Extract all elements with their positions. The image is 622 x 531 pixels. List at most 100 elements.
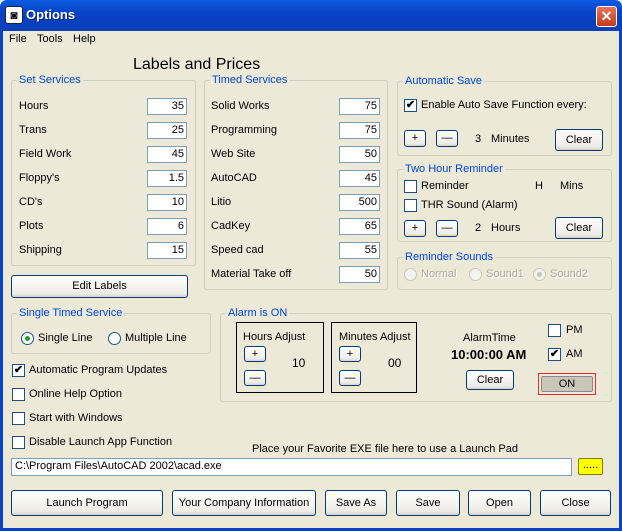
timed-services-legend: Timed Services [210, 74, 290, 86]
timed-service-label: Web Site [211, 148, 256, 160]
edit-labels-button[interactable]: Edit Labels [11, 275, 188, 298]
pm-checkbox[interactable] [548, 324, 561, 337]
timed-service-price-input[interactable]: 50 [339, 146, 380, 163]
timed-service-price-input[interactable]: 50 [339, 266, 380, 283]
sound1-radio[interactable] [469, 268, 482, 281]
am-checkbox[interactable]: ✔ [548, 348, 561, 361]
autosave-clear-button[interactable]: Clear [555, 129, 603, 151]
set-service-price-input[interactable]: 10 [147, 194, 187, 211]
am-label: AM [566, 348, 583, 360]
set-service-price-input[interactable]: 15 [147, 242, 187, 259]
set-service-label: CD's [19, 196, 43, 208]
set-service-label: Floppy's [19, 172, 60, 184]
online-help-checkbox[interactable] [12, 388, 25, 401]
page-heading: Labels and Prices [133, 56, 261, 73]
timed-service-price-input[interactable]: 75 [339, 122, 380, 139]
enable-autosave-checkbox[interactable]: ✔ [404, 99, 417, 112]
close-button[interactable]: Close [540, 490, 611, 516]
multiple-line-label: Multiple Line [125, 332, 187, 344]
alarm-clear-button[interactable]: Clear [466, 370, 514, 390]
set-service-label: Plots [19, 220, 44, 232]
start-with-windows-checkbox[interactable] [12, 412, 25, 425]
timed-service-label: Material Take off [211, 268, 292, 280]
sound2-radio[interactable] [533, 268, 546, 281]
set-services-legend: Set Services [17, 74, 83, 86]
set-service-label: Hours [19, 100, 49, 112]
open-button[interactable]: Open [468, 490, 531, 516]
sound2-radio-dot [537, 272, 542, 277]
alarm-on-button[interactable]: ON [541, 376, 593, 392]
exe-path-input[interactable]: C:\Program Files\AutoCAD 2002\acad.exe [11, 458, 572, 476]
alarm-time-label: AlarmTime [463, 332, 516, 344]
sound1-label: Sound1 [486, 268, 524, 280]
autosave-minus-button[interactable]: — [436, 130, 458, 147]
timed-service-label: Litio [211, 196, 232, 208]
menu-file[interactable]: File [9, 33, 27, 45]
hours-minus-button[interactable]: — [244, 370, 266, 386]
window-frame-left [0, 31, 3, 531]
disable-launch-label: Disable Launch App Function [29, 436, 173, 448]
reminder-label: Reminder [421, 180, 469, 192]
set-service-price-input[interactable]: 45 [147, 146, 187, 163]
reminder-mins-label: Mins [560, 180, 584, 192]
minutes-plus-button[interactable]: + [339, 346, 361, 362]
hours-adjust-value: 10 [292, 356, 306, 370]
single-line-radio-dot [25, 336, 30, 341]
sound-normal-radio[interactable] [404, 268, 417, 281]
reminder-unit: Hours [491, 222, 521, 234]
auto-updates-label: Automatic Program Updates [29, 364, 168, 376]
auto-updates-checkbox[interactable]: ✔ [12, 364, 25, 377]
single-line-radio[interactable] [21, 332, 34, 345]
automatic-save-legend: Automatic Save [403, 75, 485, 87]
reminder-sounds-legend: Reminder Sounds [403, 251, 496, 263]
close-window-button[interactable]: ✕ [596, 6, 617, 27]
hours-adjust-label: Hours Adjust [243, 331, 306, 343]
set-service-price-input[interactable]: 35 [147, 98, 187, 115]
disable-launch-checkbox[interactable] [12, 436, 25, 449]
two-hour-reminder-legend: Two Hour Reminder [403, 163, 505, 175]
timed-service-price-input[interactable]: 500 [339, 194, 380, 211]
thr-sound-checkbox[interactable] [404, 199, 417, 212]
set-service-label: Field Work [19, 148, 72, 160]
set-service-label: Trans [19, 124, 47, 136]
menu-help[interactable]: Help [73, 33, 96, 45]
multiple-line-radio[interactable] [108, 332, 121, 345]
pm-label: PM [566, 324, 583, 336]
timed-service-price-input[interactable]: 65 [339, 218, 380, 235]
enable-autosave-label: Enable Auto Save Function every: [421, 99, 587, 111]
autosave-value: 3 [475, 133, 482, 145]
sound-normal-label: Normal [421, 268, 457, 280]
reminder-value: 2 [475, 222, 482, 234]
timed-service-label: AutoCAD [211, 172, 257, 184]
browse-exe-button[interactable]: ..... [578, 458, 603, 475]
timed-service-price-input[interactable]: 75 [339, 98, 380, 115]
reminder-plus-button[interactable]: + [404, 220, 426, 237]
timed-service-label: Programming [211, 124, 278, 136]
timed-service-label: Solid Works [211, 100, 270, 112]
hours-plus-button[interactable]: + [244, 346, 266, 362]
minutes-minus-button[interactable]: — [339, 370, 361, 386]
reminder-clear-button[interactable]: Clear [555, 217, 603, 239]
set-service-price-input[interactable]: 25 [147, 122, 187, 139]
company-info-button[interactable]: Your Company Information [172, 490, 316, 516]
set-service-price-input[interactable]: 1.5 [147, 170, 187, 187]
thr-sound-label: THR Sound (Alarm) [421, 199, 518, 211]
sound2-label: Sound2 [550, 268, 588, 280]
timed-service-price-input[interactable]: 45 [339, 170, 380, 187]
single-timed-service-legend: Single Timed Service [17, 307, 125, 319]
timed-service-label: CadKey [211, 220, 251, 232]
reminder-checkbox[interactable] [404, 180, 417, 193]
set-service-label: Shipping [19, 244, 62, 256]
set-service-price-input[interactable]: 6 [147, 218, 187, 235]
save-button[interactable]: Save [396, 490, 460, 516]
window-title: Options [26, 7, 76, 22]
autosave-plus-button[interactable]: + [404, 130, 426, 147]
menu-tools[interactable]: Tools [37, 33, 63, 45]
timed-service-price-input[interactable]: 55 [339, 242, 380, 259]
launch-program-button[interactable]: Launch Program [11, 490, 163, 516]
online-help-label: Online Help Option [29, 388, 122, 400]
save-as-button[interactable]: Save As [325, 490, 387, 516]
single-line-label: Single Line [38, 332, 93, 344]
reminder-minus-button[interactable]: — [436, 220, 458, 237]
alarm-time-value: 10:00:00 AM [451, 347, 527, 362]
